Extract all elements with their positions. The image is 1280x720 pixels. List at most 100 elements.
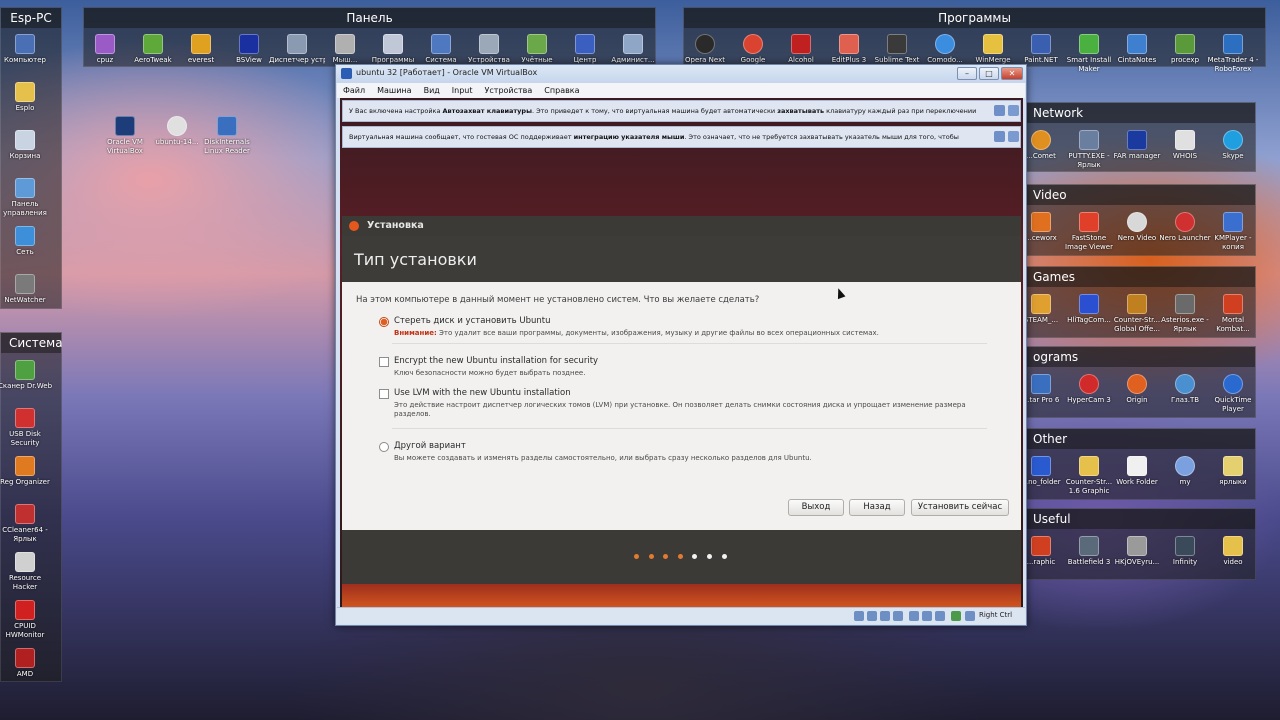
desktop-icon-ubuntu-iso[interactable]: ubuntu-14... <box>149 116 205 147</box>
desktop-icon-diskinternals[interactable]: DiskInternals Linux Reader <box>199 116 255 156</box>
graphic-icon <box>1031 536 1051 556</box>
desktop-icon-video[interactable]: video <box>1205 536 1261 567</box>
something-else-radio[interactable] <box>379 442 389 452</box>
close-icon[interactable] <box>349 221 359 231</box>
hypercam-icon <box>1079 374 1099 394</box>
desktop-icon-reg-organizer[interactable]: Reg Organizer <box>0 456 53 487</box>
progress-dot <box>634 554 639 559</box>
desktop-icon-hwmonitor[interactable]: CPUID HWMonitor <box>0 600 53 640</box>
installer-titlebar[interactable]: Установка <box>342 216 1021 236</box>
penguin-icon <box>217 116 237 136</box>
minimize-button[interactable]: – <box>957 67 977 80</box>
vm-screen[interactable]: У Вас включена настройка Автозахват клав… <box>340 98 1023 608</box>
amd-icon <box>15 648 35 668</box>
glaz-tv-icon <box>1175 374 1195 394</box>
device-manager-icon <box>287 34 307 54</box>
host-key-label: Right Ctrl <box>979 611 1013 619</box>
encrypt-checkbox[interactable] <box>379 357 389 367</box>
desktop-icon-quicktime[interactable]: QuickTime Player <box>1205 374 1261 414</box>
asterios-icon <box>1175 294 1195 314</box>
desktop-icon-amd[interactable]: AMD <box>0 648 53 679</box>
folder-icon <box>1079 456 1099 476</box>
back-button[interactable]: Назад <box>849 499 905 516</box>
desktop-icon-esplo[interactable]: Esplo <box>0 82 53 113</box>
progress-dot <box>663 554 669 559</box>
usb-icon[interactable] <box>880 611 890 621</box>
fence-title: Esp-PC <box>1 8 61 28</box>
option-label: Другой вариант <box>394 441 466 451</box>
desktop-icon-computer[interactable]: Компьютер <box>0 34 53 65</box>
desktop-icon-drweb[interactable]: Сканер Dr.Web <box>0 360 53 391</box>
folder-icon <box>1127 456 1147 476</box>
desktop-icon-recycle-bin[interactable]: Корзина <box>0 130 53 161</box>
menu-devices[interactable]: Устройства <box>479 83 539 98</box>
info-icon[interactable] <box>994 131 1005 142</box>
whois-icon <box>1175 130 1195 150</box>
network-adapter-icon[interactable] <box>922 611 932 621</box>
fence-title: Useful <box>1025 509 1255 529</box>
cpuz-icon <box>95 34 115 54</box>
close-button[interactable]: ✕ <box>1001 67 1023 80</box>
alcohol-icon <box>791 34 811 54</box>
install-now-button[interactable]: Установить сейчас <box>911 499 1009 516</box>
desktop-icon-metatrader[interactable]: MetaTrader 4 - RoboForex <box>1205 34 1261 74</box>
desktop-icon-network[interactable]: Сеть <box>0 226 53 257</box>
progress-dot <box>706 554 712 559</box>
metatrader-icon <box>1223 34 1243 54</box>
menu-file[interactable]: Файл <box>337 83 371 98</box>
window-titlebar[interactable]: ubuntu 32 [Работает] - Oracle VM Virtual… <box>336 65 1026 83</box>
optical-drive-icon[interactable] <box>867 611 877 621</box>
menu-view[interactable]: Вид <box>418 83 446 98</box>
desktop-icon-kmplayer[interactable]: KMPlayer - копия <box>1205 212 1261 252</box>
winmerge-icon <box>983 34 1003 54</box>
aerotweak-icon <box>143 34 163 54</box>
system-icon <box>431 34 451 54</box>
cpu-icon[interactable] <box>951 611 961 621</box>
desktop-icon-ccleaner[interactable]: CCleaner64 - Ярлык <box>0 504 53 544</box>
dismiss-icon[interactable] <box>1008 105 1019 116</box>
desktop-icon-admin[interactable]: Админист... <box>605 34 661 65</box>
menu-machine[interactable]: Машина <box>371 83 417 98</box>
quit-button[interactable]: Выход <box>788 499 844 516</box>
steam-icon <box>1031 294 1051 314</box>
network-icon <box>15 226 35 246</box>
csgo-icon <box>1127 294 1147 314</box>
desktop-icon-control-panel[interactable]: Панель управления <box>0 178 53 218</box>
fence-title: Network <box>1025 103 1255 123</box>
center-icon <box>575 34 595 54</box>
desktop-icon-usb-disk-security[interactable]: USB Disk Security <box>0 408 53 448</box>
virtualbox-icon <box>115 116 135 136</box>
opera-icon <box>695 34 715 54</box>
menu-input[interactable]: Input <box>446 83 479 98</box>
option-description: Внимание: Это удалит все ваши программы,… <box>394 329 879 337</box>
fence-title: Games <box>1025 267 1255 287</box>
desktop-icon-shortcuts[interactable]: ярлыки <box>1205 456 1261 487</box>
lvm-checkbox[interactable] <box>379 389 389 399</box>
procexp-icon <box>1175 34 1195 54</box>
dismiss-icon[interactable] <box>1008 131 1019 142</box>
globe-icon <box>1175 456 1195 476</box>
maximize-button[interactable]: □ <box>979 67 999 80</box>
progress-dot <box>721 554 727 559</box>
info-icon[interactable] <box>994 105 1005 116</box>
shared-folders-icon[interactable] <box>893 611 903 621</box>
fence-title: ograms <box>1025 347 1255 367</box>
vbox-statusbar: Right Ctrl <box>337 607 1025 624</box>
desktop-icon-skype[interactable]: Skype <box>1205 130 1261 161</box>
recycle-bin-icon <box>15 130 35 150</box>
desktop-icon-virtualbox[interactable]: Oracle VM VirtualBox <box>97 116 153 156</box>
display-icon[interactable] <box>909 611 919 621</box>
ccleaner-icon <box>15 504 35 524</box>
option-label: Encrypt the new Ubuntu installation for … <box>394 356 599 366</box>
erase-disk-radio[interactable] <box>379 317 389 327</box>
desktop-icon-resource-hacker[interactable]: Resource Hacker <box>0 552 53 592</box>
hlitag-icon <box>1079 294 1099 314</box>
desktop-icon-mortal-kombat[interactable]: Mortal Kombat... <box>1205 294 1261 334</box>
desktop-icon-netwatcher[interactable]: NetWatcher <box>0 274 53 305</box>
divider <box>392 428 987 429</box>
hdd-icon[interactable] <box>854 611 864 621</box>
video-capture-icon[interactable] <box>935 611 945 621</box>
menu-help[interactable]: Справка <box>538 83 585 98</box>
accounts-icon <box>527 34 547 54</box>
mouse-integration-icon[interactable] <box>965 611 975 621</box>
